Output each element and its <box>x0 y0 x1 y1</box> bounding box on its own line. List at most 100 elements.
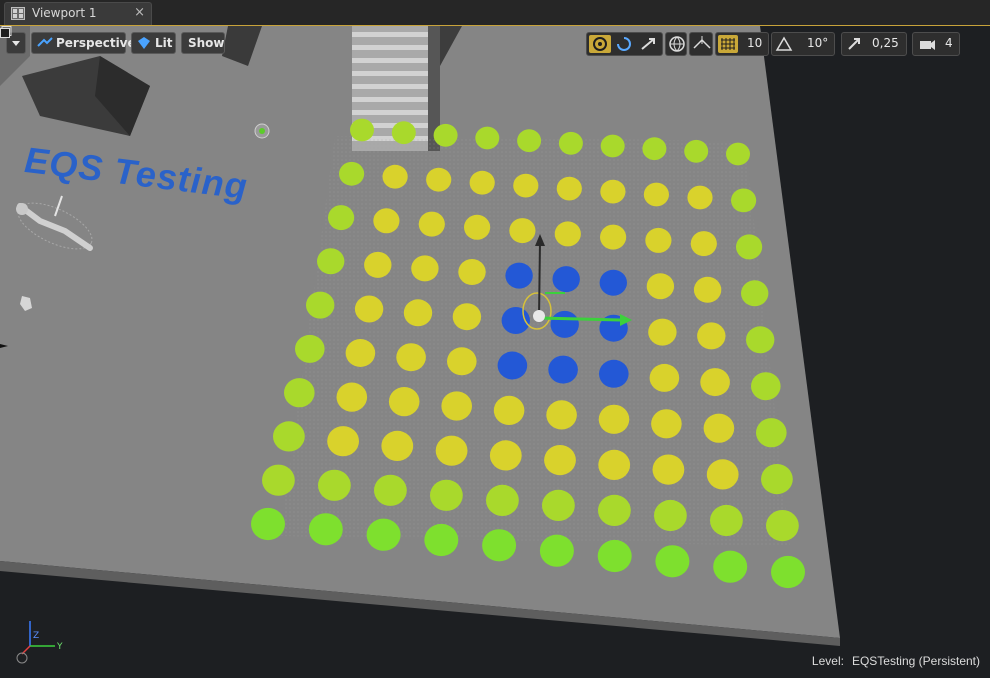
eqs-point <box>706 459 739 490</box>
lit-label: Lit <box>155 36 173 50</box>
scene-canvas[interactable] <box>0 26 990 678</box>
eqs-point <box>317 248 345 275</box>
lit-button[interactable]: Lit <box>131 32 176 54</box>
eqs-point <box>597 539 632 573</box>
perspective-button[interactable]: Perspective <box>31 32 136 54</box>
eqs-point <box>643 182 670 207</box>
globe-icon <box>669 36 685 52</box>
tab-viewport[interactable]: Viewport 1 × <box>4 2 152 25</box>
eqs-point <box>411 255 439 282</box>
eqs-point <box>599 359 629 388</box>
eqs-point <box>726 142 750 166</box>
eqs-point <box>273 421 305 452</box>
scale-snap-toggle[interactable] <box>844 35 864 53</box>
scale-snap-icon <box>848 38 860 50</box>
eqs-point <box>552 266 580 293</box>
eqs-point <box>441 391 473 421</box>
camera-speed-value[interactable]: 4 <box>945 36 953 50</box>
eqs-point <box>327 426 359 457</box>
eqs-point <box>651 409 682 439</box>
eqs-point <box>381 430 414 461</box>
eqs-point <box>731 188 757 213</box>
eqs-point <box>426 167 452 192</box>
grid-icon <box>721 38 735 50</box>
eqs-point <box>306 291 335 319</box>
eqs-point <box>600 134 625 158</box>
eqs-point <box>345 339 376 367</box>
eqs-point <box>513 173 539 198</box>
eqs-point <box>600 179 626 204</box>
eqs-point <box>464 214 491 240</box>
eqs-point <box>693 276 722 303</box>
eqs-point <box>761 464 793 495</box>
eqs-point <box>308 513 343 546</box>
eqs-point <box>599 269 627 296</box>
eqs-point <box>690 231 717 257</box>
eqs-point <box>649 363 680 392</box>
tab-title: Viewport 1 <box>32 6 97 20</box>
eqs-point <box>482 529 517 562</box>
eqs-point <box>475 126 500 150</box>
eqs-point <box>600 224 627 250</box>
rotate-tool[interactable] <box>614 35 634 53</box>
eqs-point <box>550 310 579 338</box>
eqs-point <box>433 123 458 147</box>
eqs-point <box>489 440 522 471</box>
rotate-snap-toggle[interactable] <box>774 35 794 53</box>
eqs-point <box>766 510 799 542</box>
eqs-point <box>447 347 477 376</box>
lit-mode-icon <box>138 37 150 49</box>
eqs-point <box>430 479 463 511</box>
show-button[interactable]: Show <box>181 32 225 54</box>
eqs-point <box>697 322 726 350</box>
maximize-icon[interactable] <box>0 26 12 38</box>
eqs-point <box>435 435 468 466</box>
grid-snap-toggle[interactable] <box>718 35 738 53</box>
eqs-point <box>262 464 295 496</box>
rotate-icon <box>617 37 631 51</box>
scale-snap-value[interactable]: 0,25 <box>872 36 899 50</box>
eqs-point <box>452 303 482 331</box>
scale-snap-group: 0,25 <box>841 32 907 56</box>
eqs-point <box>554 221 581 247</box>
eqs-point <box>546 400 577 430</box>
camera-speed-group: 4 <box>912 32 960 56</box>
tab-bar: Viewport 1 × <box>0 0 990 25</box>
perspective-label: Perspective <box>56 36 136 50</box>
eqs-point <box>542 489 575 521</box>
eqs-point <box>598 404 630 434</box>
eqs-point <box>771 555 805 589</box>
camera-icon <box>920 40 935 50</box>
eqs-point <box>493 395 525 425</box>
level-status: Level: EQSTesting (Persistent) <box>812 654 980 668</box>
close-icon[interactable]: × <box>134 5 145 20</box>
eqs-point <box>382 164 408 189</box>
eqs-point <box>598 449 631 480</box>
eqs-point <box>403 299 433 327</box>
rotate-snap-group: 10° <box>771 32 835 56</box>
eqs-point <box>391 121 416 145</box>
viewport-icon <box>11 7 25 20</box>
level-viewport[interactable]: EQS Testing Perspective Lit Show 10 10° … <box>0 25 990 678</box>
surface-snap-toggle[interactable] <box>689 32 713 56</box>
eqs-point <box>366 518 401 551</box>
rotate-snap-value[interactable]: 10° <box>807 36 828 50</box>
eqs-point <box>373 208 400 234</box>
perspective-icon <box>37 37 53 47</box>
grid-snap-value[interactable]: 10 <box>747 36 762 50</box>
eqs-point <box>558 131 583 155</box>
surface-snap-icon <box>693 36 711 49</box>
eqs-point <box>539 534 574 567</box>
eqs-point <box>328 205 355 231</box>
transform-tools-group <box>586 32 663 56</box>
level-name: EQSTesting (Persistent) <box>851 654 980 668</box>
eqs-point <box>458 259 486 285</box>
translate-tool[interactable] <box>589 35 611 53</box>
world-local-toggle[interactable] <box>665 32 687 56</box>
eqs-point <box>505 262 533 289</box>
eqs-point <box>354 295 384 323</box>
camera-speed-button[interactable] <box>917 35 937 53</box>
scale-tool[interactable] <box>638 35 658 53</box>
eqs-point <box>687 185 713 210</box>
eqs-point <box>497 351 528 380</box>
